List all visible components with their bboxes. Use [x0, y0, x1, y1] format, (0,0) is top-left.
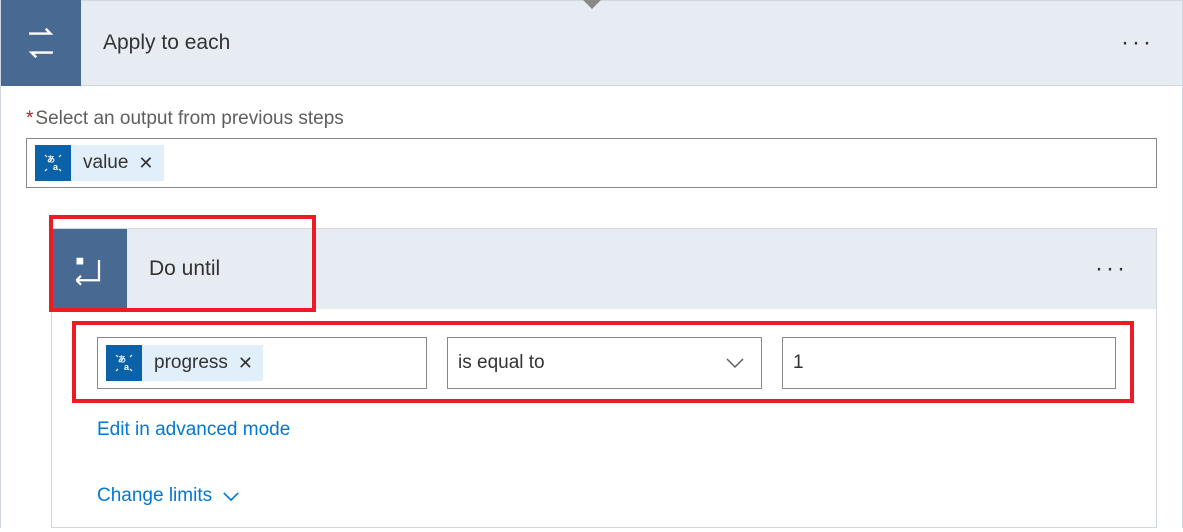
progress-token[interactable]: あ a progress ✕ — [106, 345, 263, 381]
apply-to-each-icon — [1, 0, 81, 86]
apply-to-each-title: Apply to each — [103, 31, 230, 55]
edit-advanced-mode-link[interactable]: Edit in advanced mode — [97, 419, 1116, 441]
remove-token-icon[interactable]: ✕ — [238, 354, 253, 372]
token-label: value — [83, 152, 128, 174]
translate-icon: あ a — [35, 145, 71, 181]
do-until-body: あ a progress ✕ is equal to — [52, 309, 1156, 527]
token-label: progress — [154, 352, 228, 374]
apply-to-each-header[interactable]: Apply to each ··· — [0, 0, 1183, 86]
condition-operator-dropdown[interactable]: is equal to — [447, 337, 762, 389]
remove-token-icon[interactable]: ✕ — [138, 154, 153, 172]
operator-value: is equal to — [458, 352, 545, 374]
do-until-header[interactable]: Do until ··· — [52, 229, 1156, 309]
condition-value-input[interactable] — [782, 337, 1116, 389]
do-until-icon — [52, 229, 127, 309]
more-menu-icon[interactable]: ··· — [1121, 29, 1154, 57]
do-until-title: Do until — [149, 257, 220, 281]
value-token[interactable]: あ a value ✕ — [35, 145, 164, 181]
more-menu-icon[interactable]: ··· — [1095, 255, 1128, 283]
translate-icon: あ a — [106, 345, 142, 381]
connector-arrow — [582, 0, 602, 9]
do-until-block: Do until ··· あ a — [51, 228, 1157, 528]
condition-left-input[interactable]: あ a progress ✕ — [97, 337, 427, 389]
chevron-down-icon — [222, 491, 240, 502]
apply-to-each-body: *Select an output from previous steps あ … — [0, 86, 1183, 528]
change-limits-link[interactable]: Change limits — [97, 485, 1116, 507]
output-select-label: *Select an output from previous steps — [26, 108, 1157, 130]
condition-value-text[interactable] — [793, 352, 1105, 374]
required-asterisk: * — [26, 108, 33, 129]
chevron-down-icon — [725, 357, 745, 369]
output-select-input[interactable]: あ a value ✕ — [26, 138, 1157, 188]
condition-row: あ a progress ✕ is equal to — [97, 337, 1116, 389]
